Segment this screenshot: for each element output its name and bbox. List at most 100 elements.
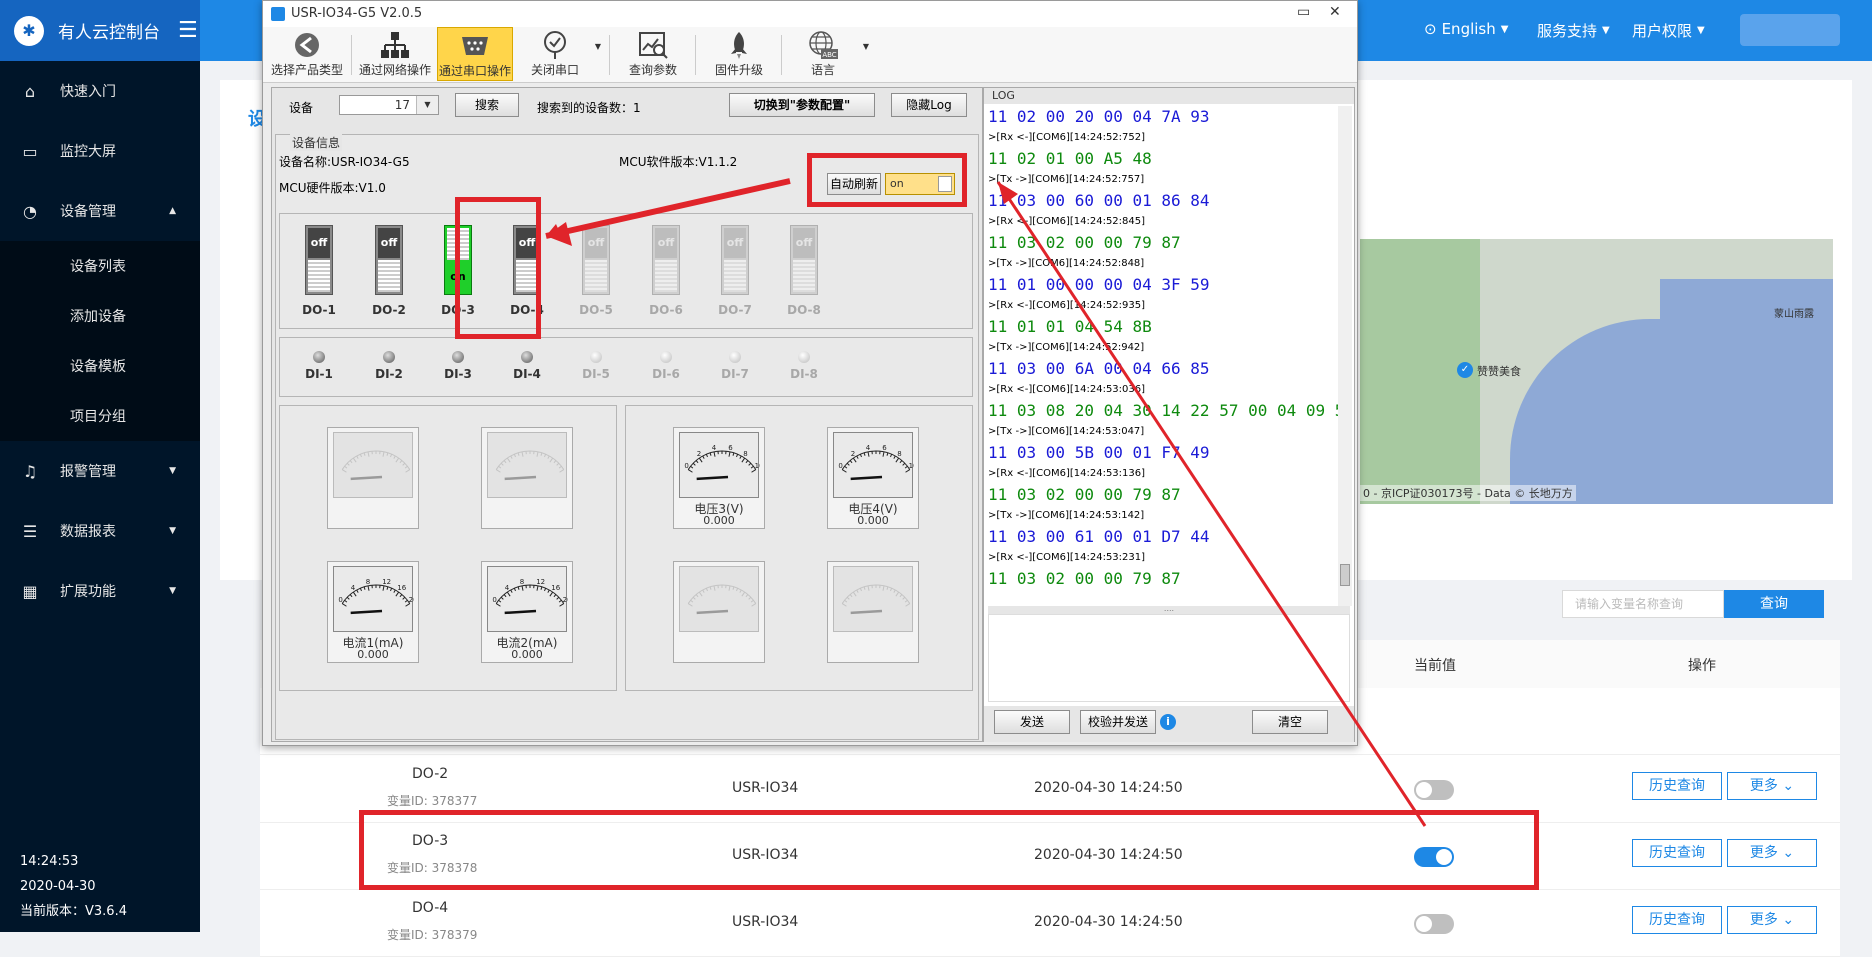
do-switch-8[interactable]: off xyxy=(790,225,818,295)
gauge-tick xyxy=(507,458,510,462)
di-indicator-1 xyxy=(313,351,325,363)
do-switch-7[interactable]: off xyxy=(721,225,749,295)
menu-toggle-icon[interactable]: ☰ xyxy=(178,18,198,43)
sidebar-item-device-list[interactable]: 设备列表 xyxy=(0,241,200,291)
gauge-tick-label: 8 xyxy=(366,578,370,586)
gauge-tick xyxy=(554,595,556,597)
dropdown-arrow-icon[interactable]: ▼ xyxy=(416,96,438,114)
log-hex-line: 11 03 02 00 00 79 87 xyxy=(988,568,1338,590)
history-button[interactable]: 历史查询 xyxy=(1632,772,1722,800)
gauge-value: 0.000 xyxy=(482,648,572,661)
gauge-tick xyxy=(554,461,556,463)
sidebar-item-label: 数据报表 xyxy=(60,521,116,541)
app-titlebar[interactable]: USR-IO34-G5 V2.0.5 ▭ ✕ xyxy=(263,1,1357,27)
log-splitter[interactable]: .... xyxy=(988,606,1350,614)
info-icon[interactable]: i xyxy=(1160,714,1176,730)
variable-search-input[interactable]: 请输入变量名称查询 xyxy=(1562,590,1724,618)
do-switch-5[interactable]: off xyxy=(582,225,610,295)
sidebar-item-project-group[interactable]: 项目分组 xyxy=(0,391,200,441)
gauge-value: 0.000 xyxy=(828,514,918,527)
app-icon xyxy=(271,7,285,21)
more-button[interactable]: 更多 ⌄ xyxy=(1727,772,1817,800)
gauge-tick xyxy=(900,461,902,463)
hide-log-button[interactable]: 隐藏Log xyxy=(891,93,967,117)
sidebar-item-monitor[interactable]: ▭监控大屏 xyxy=(0,121,200,181)
gauge-tick xyxy=(559,600,561,602)
search-device-button[interactable]: 搜索 xyxy=(455,93,519,117)
close-serial-button[interactable]: 关闭串口 xyxy=(519,27,591,81)
close-icon[interactable]: ✕ xyxy=(1329,4,1341,20)
gauge-tick xyxy=(860,454,861,457)
version-text: 当前版本：V3.6.4 xyxy=(20,899,127,924)
query-params-button[interactable]: 查询参数 xyxy=(615,27,691,81)
sidebar-item-extension[interactable]: ▦扩展功能▼ xyxy=(0,561,200,621)
history-button[interactable]: 历史查询 xyxy=(1632,906,1722,934)
device-submenu: 设备列表 添加设备 设备模板 项目分组 xyxy=(0,241,200,441)
switch-to-param-config-button[interactable]: 切换到"参数配置" xyxy=(729,93,875,117)
more-button[interactable]: 更多 ⌄ xyxy=(1727,839,1817,867)
gauge-tick xyxy=(710,453,711,456)
language-menu[interactable]: ⊙ English ▼ xyxy=(1424,20,1508,38)
send-input[interactable] xyxy=(988,614,1350,702)
select-product-type-button[interactable]: 选择产品类型 xyxy=(267,27,347,81)
bell-icon: ♫ xyxy=(20,462,40,481)
log-scrollbar[interactable] xyxy=(1338,106,1352,606)
sidebar-item-device-management[interactable]: ◔设备管理▲ xyxy=(0,181,200,241)
gauge-tick xyxy=(522,452,523,457)
gauge-tick xyxy=(504,461,506,463)
gauge-tick-label: 8 xyxy=(743,450,747,458)
analog-gauge-5: 048121620电流1(mA)0.000 xyxy=(327,561,419,663)
sidebar-item-report[interactable]: ☰数据报表▼ xyxy=(0,501,200,561)
gauge-tick xyxy=(740,590,741,593)
gauge-tick-label: 6 xyxy=(728,444,733,452)
sidebar-item-device-template[interactable]: 设备模板 xyxy=(0,341,200,391)
gauge-dial xyxy=(334,433,414,499)
sidebar-item-quickstart[interactable]: ⌂快速入门 xyxy=(0,61,200,121)
gauge-tick-label: 8 xyxy=(897,450,901,458)
clear-log-button[interactable]: 清空 xyxy=(1252,710,1328,734)
more-button[interactable]: 更多 ⌄ xyxy=(1727,906,1817,934)
sidebar-item-alarm[interactable]: ♫报警管理▼ xyxy=(0,441,200,501)
network-operate-button[interactable]: 通过网络操作 xyxy=(357,27,433,81)
language-dropdown[interactable]: ▼ xyxy=(859,27,873,81)
check-and-send-button[interactable]: 校验并发送 xyxy=(1080,710,1156,734)
log-meta-line: >[Tx ->][COM6][14:24:52:942] xyxy=(988,338,1338,358)
device-selector[interactable]: 17▼ xyxy=(339,95,439,115)
permission-menu[interactable]: 用户权限 ▼ xyxy=(1632,20,1705,41)
log-hex-line: 11 03 02 00 00 79 87 xyxy=(988,484,1338,506)
serial-operate-button[interactable]: 通过串口操作 xyxy=(437,27,513,81)
do-switch-1[interactable]: off xyxy=(305,225,333,295)
log-output[interactable]: 11 02 00 20 00 04 7A 93>[Rx <-][COM6][14… xyxy=(988,106,1338,606)
language-button[interactable]: ABC 语言 xyxy=(787,27,859,81)
history-button[interactable]: 历史查询 xyxy=(1632,839,1722,867)
gauge-tick xyxy=(736,588,737,591)
gauge-tick xyxy=(403,463,405,465)
gauge-tick xyxy=(368,586,369,591)
gauge-tick xyxy=(842,604,846,607)
gauge-tick-label: 8 xyxy=(520,578,524,586)
device-map[interactable]: ✓ 赞赞美食 蒙山雨露 0 - 京ICP证030173号 - Data © 长地… xyxy=(1360,239,1833,504)
user-avatar[interactable] xyxy=(1740,14,1840,46)
sidebar-item-add-device[interactable]: 添加设备 xyxy=(0,291,200,341)
map-pin-icon[interactable]: ✓ xyxy=(1457,362,1473,378)
value-toggle[interactable] xyxy=(1414,914,1454,934)
value-toggle[interactable] xyxy=(1414,780,1454,800)
close-serial-dropdown[interactable]: ▼ xyxy=(591,27,605,81)
gauge-tick xyxy=(883,586,884,591)
gauge-needle xyxy=(851,477,882,479)
do-switch-6[interactable]: off xyxy=(652,225,680,295)
gauge-tick xyxy=(696,595,698,597)
send-button[interactable]: 发送 xyxy=(994,710,1070,734)
support-menu[interactable]: 服务支持 ▼ xyxy=(1537,20,1610,41)
gauge-tick xyxy=(703,456,704,459)
search-button[interactable]: 查询 xyxy=(1724,590,1824,618)
toolbar-divider xyxy=(609,35,610,75)
map-poi-label: 蒙山雨露 xyxy=(1774,305,1814,320)
more-label: 更多 xyxy=(1750,845,1778,861)
gauge-tick xyxy=(714,452,715,457)
minimize-icon[interactable]: ▭ xyxy=(1297,4,1310,20)
do-switch-2[interactable]: off xyxy=(375,225,403,295)
gauge-tick xyxy=(696,461,698,463)
scroll-thumb[interactable] xyxy=(1340,564,1350,586)
firmware-upgrade-button[interactable]: 固件升级 xyxy=(701,27,777,81)
